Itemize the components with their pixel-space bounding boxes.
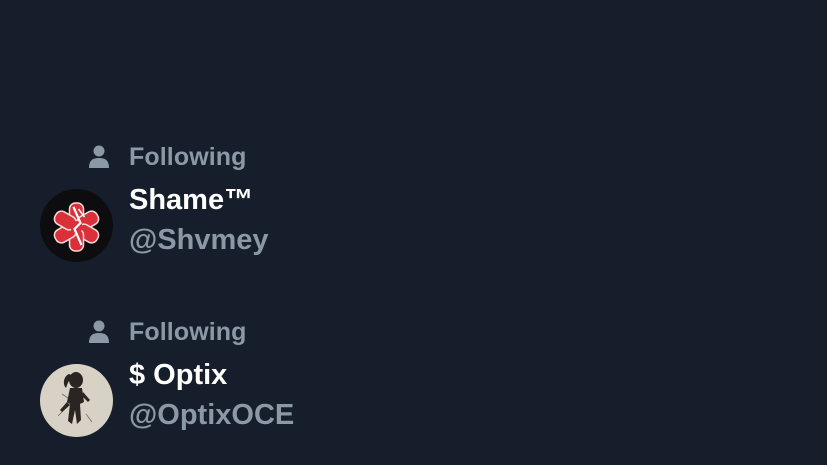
display-name[interactable]: Shame™ <box>129 184 253 217</box>
avatar[interactable] <box>40 189 113 262</box>
following-indicator: Following <box>88 315 247 349</box>
display-name[interactable]: $ Optix <box>129 359 227 392</box>
avatar[interactable] <box>40 364 113 437</box>
user-handle[interactable]: @OptixOCE <box>129 399 294 432</box>
person-icon <box>88 144 110 170</box>
person-icon <box>88 319 110 345</box>
following-label: Following <box>129 317 247 346</box>
following-indicator: Following <box>88 140 247 174</box>
following-label: Following <box>129 142 247 171</box>
user-handle[interactable]: @Shvmey <box>129 224 269 257</box>
